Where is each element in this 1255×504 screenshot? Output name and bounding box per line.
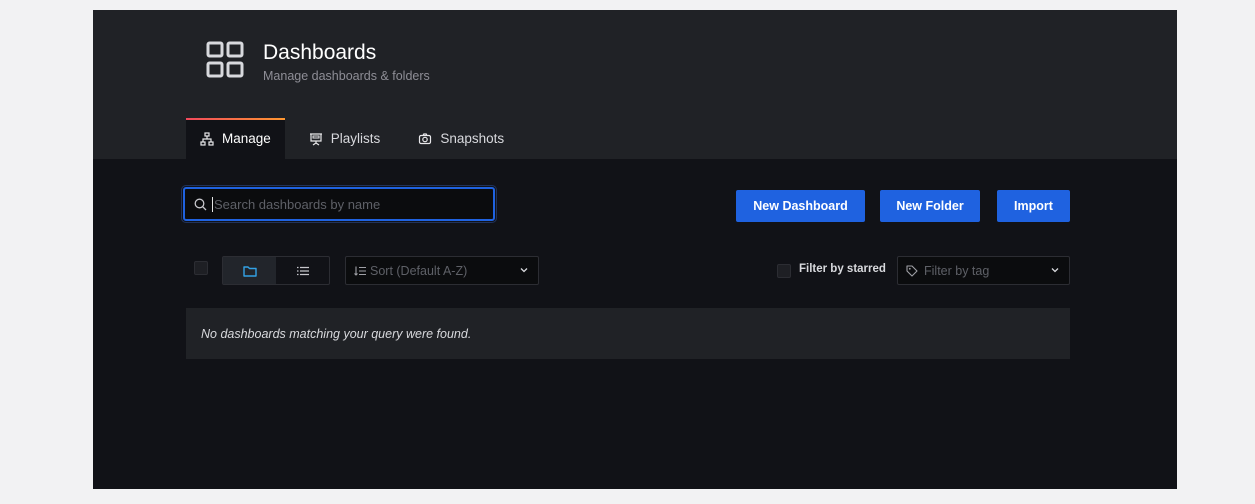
- folder-icon: [242, 265, 257, 277]
- chevron-down-icon: [1051, 268, 1059, 273]
- empty-results-message: No dashboards matching your query were f…: [186, 308, 1070, 359]
- sitemap-icon: [200, 131, 214, 146]
- tag-filter-select[interactable]: Filter by tag: [897, 256, 1070, 285]
- sort-placeholder: Sort (Default A-Z): [370, 263, 468, 278]
- list-view-button[interactable]: [276, 257, 329, 284]
- tab-label: Playlists: [330, 131, 381, 146]
- list-icon: [296, 266, 309, 275]
- filter-starred-label: Filter by starred: [799, 263, 886, 275]
- select-all-checkbox[interactable]: [194, 261, 208, 275]
- tab-label: Manage: [222, 131, 271, 146]
- sort-select[interactable]: Sort (Default A-Z): [345, 256, 539, 285]
- tab-playlists[interactable]: Playlists: [295, 118, 395, 159]
- tab-snapshots[interactable]: Snapshots: [404, 118, 518, 159]
- page-title: Dashboards: [263, 41, 377, 64]
- filter-starred-checkbox[interactable]: [777, 264, 791, 278]
- search-input[interactable]: [212, 195, 486, 213]
- search-icon: [194, 198, 207, 210]
- presentation-icon: [309, 132, 322, 145]
- new-folder-button[interactable]: New Folder: [880, 190, 980, 222]
- page-subtitle: Manage dashboards & folders: [263, 69, 430, 83]
- tab-bar: Manage Playlists Snapshots: [186, 118, 528, 159]
- apps-grid-icon: [206, 41, 244, 78]
- view-mode-toggle: [222, 256, 330, 285]
- text-cursor: [212, 197, 213, 212]
- camera-icon: [419, 132, 432, 144]
- new-dashboard-button[interactable]: New Dashboard: [736, 190, 865, 222]
- import-button[interactable]: Import: [997, 190, 1070, 222]
- sort-icon: [354, 266, 366, 276]
- chevron-down-icon: [520, 268, 528, 273]
- page-header: Dashboards Manage dashboards & folders M…: [93, 10, 1177, 159]
- tab-manage[interactable]: Manage: [186, 118, 285, 159]
- dashboards-page: Dashboards Manage dashboards & folders M…: [93, 10, 1177, 489]
- tag-icon: [906, 264, 918, 277]
- tab-label: Snapshots: [440, 131, 505, 146]
- tag-filter-placeholder: Filter by tag: [924, 263, 990, 278]
- folder-view-button[interactable]: [223, 257, 276, 284]
- search-field[interactable]: [183, 187, 495, 221]
